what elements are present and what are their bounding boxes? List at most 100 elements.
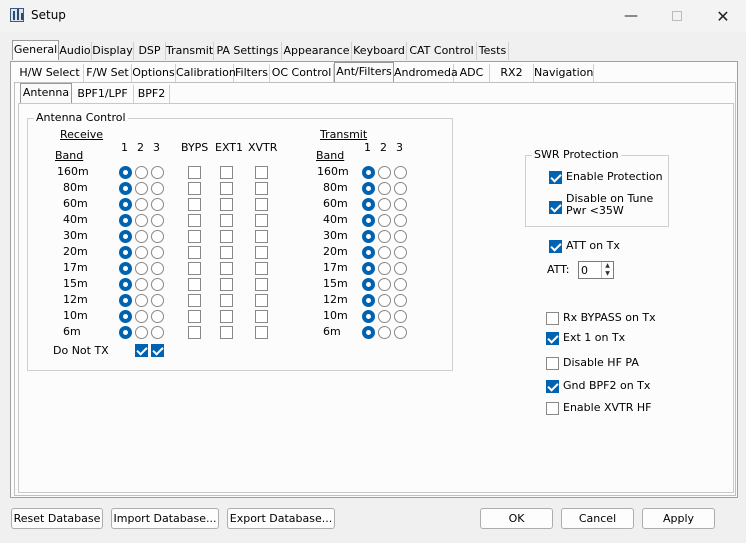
rx-ant2-radio-80m[interactable] [135, 182, 148, 195]
ext1-checkbox-40m[interactable] [220, 214, 233, 227]
tx-ant1-radio-10m[interactable] [362, 310, 375, 323]
xvtr-checkbox-17m[interactable] [255, 262, 268, 275]
tab-options[interactable]: Options [132, 64, 176, 82]
ext1-checkbox-6m[interactable] [220, 326, 233, 339]
ok-button[interactable]: OK [480, 508, 553, 529]
rx-ant2-radio-17m[interactable] [135, 262, 148, 275]
rx-ant2-radio-60m[interactable] [135, 198, 148, 211]
tab-h-w-select[interactable]: H/W Select [16, 64, 84, 82]
tx-ant2-radio-80m[interactable] [378, 182, 391, 195]
tx-ant3-radio-15m[interactable] [394, 278, 407, 291]
import-database-button[interactable]: Import Database... [111, 508, 219, 529]
tx-ant1-radio-12m[interactable] [362, 294, 375, 307]
rx-ant1-radio-160m[interactable] [119, 166, 132, 179]
ext1-checkbox-10m[interactable] [220, 310, 233, 323]
rx-ant3-radio-17m[interactable] [151, 262, 164, 275]
rx-ant3-radio-6m[interactable] [151, 326, 164, 339]
disable-on-tune-checkbox[interactable] [549, 201, 562, 214]
tx-ant3-radio-80m[interactable] [394, 182, 407, 195]
tab-appearance[interactable]: Appearance [282, 42, 352, 60]
byps-checkbox-15m[interactable] [188, 278, 201, 291]
rx-ant2-radio-10m[interactable] [135, 310, 148, 323]
rx-ant3-radio-30m[interactable] [151, 230, 164, 243]
do-not-tx-checkbox-1[interactable] [135, 344, 148, 357]
byps-checkbox-12m[interactable] [188, 294, 201, 307]
tx-ant3-radio-17m[interactable] [394, 262, 407, 275]
tx-ant3-radio-6m[interactable] [394, 326, 407, 339]
disable-hf-pa-checkbox[interactable] [546, 357, 559, 370]
tx-ant1-radio-40m[interactable] [362, 214, 375, 227]
ext1-checkbox-60m[interactable] [220, 198, 233, 211]
tab-dsp[interactable]: DSP [134, 42, 166, 60]
tx-ant3-radio-160m[interactable] [394, 166, 407, 179]
tx-ant2-radio-20m[interactable] [378, 246, 391, 259]
xvtr-checkbox-30m[interactable] [255, 230, 268, 243]
spin-up-icon[interactable]: ▲ [602, 262, 613, 270]
enable-xvtr-hf-checkbox[interactable] [546, 402, 559, 415]
tab-calibration[interactable]: Calibration [176, 64, 236, 82]
apply-button[interactable]: Apply [642, 508, 715, 529]
rx-ant3-radio-160m[interactable] [151, 166, 164, 179]
ext1-checkbox-20m[interactable] [220, 246, 233, 259]
rx-ant1-radio-20m[interactable] [119, 246, 132, 259]
ext1-checkbox-30m[interactable] [220, 230, 233, 243]
rx-ant1-radio-30m[interactable] [119, 230, 132, 243]
rx-ant1-radio-60m[interactable] [119, 198, 132, 211]
reset-database-button[interactable]: Reset Database [11, 508, 103, 529]
att-stepper[interactable]: 0 ▲ ▼ [578, 261, 614, 279]
byps-checkbox-6m[interactable] [188, 326, 201, 339]
tab-ant-filters[interactable]: Ant/Filters [334, 62, 394, 82]
tab-transmit[interactable]: Transmit [166, 42, 214, 60]
tab-andromeda[interactable]: Andromeda [394, 64, 458, 82]
tx-ant1-radio-30m[interactable] [362, 230, 375, 243]
tx-ant2-radio-30m[interactable] [378, 230, 391, 243]
xvtr-checkbox-20m[interactable] [255, 246, 268, 259]
rx-ant3-radio-10m[interactable] [151, 310, 164, 323]
byps-checkbox-80m[interactable] [188, 182, 201, 195]
ext1-checkbox-12m[interactable] [220, 294, 233, 307]
tab-f-w-set[interactable]: F/W Set [84, 64, 132, 82]
tab-pa-settings[interactable]: PA Settings [214, 42, 282, 60]
tx-ant1-radio-17m[interactable] [362, 262, 375, 275]
tab-audio[interactable]: Audio [59, 42, 92, 60]
rx-ant1-radio-10m[interactable] [119, 310, 132, 323]
rx-ant2-radio-15m[interactable] [135, 278, 148, 291]
rx-ant1-radio-17m[interactable] [119, 262, 132, 275]
rx-ant3-radio-60m[interactable] [151, 198, 164, 211]
tab-cat-control[interactable]: CAT Control [407, 42, 477, 60]
rx-ant3-radio-80m[interactable] [151, 182, 164, 195]
rx-ant2-radio-12m[interactable] [135, 294, 148, 307]
tx-ant2-radio-12m[interactable] [378, 294, 391, 307]
tab-bpf1-lpf[interactable]: BPF1/LPF [72, 85, 134, 103]
tx-ant2-radio-160m[interactable] [378, 166, 391, 179]
rx-ant2-radio-20m[interactable] [135, 246, 148, 259]
tab-display[interactable]: Display [92, 42, 134, 60]
rx-ant2-radio-30m[interactable] [135, 230, 148, 243]
rx-ant2-radio-6m[interactable] [135, 326, 148, 339]
gnd-bpf2-on-tx-checkbox[interactable] [546, 380, 559, 393]
tx-ant1-radio-20m[interactable] [362, 246, 375, 259]
rx-ant1-radio-80m[interactable] [119, 182, 132, 195]
xvtr-checkbox-160m[interactable] [255, 166, 268, 179]
spin-down-icon[interactable]: ▼ [602, 270, 613, 278]
byps-checkbox-60m[interactable] [188, 198, 201, 211]
tab-tests[interactable]: Tests [477, 42, 509, 60]
ext1-checkbox-15m[interactable] [220, 278, 233, 291]
tx-ant3-radio-60m[interactable] [394, 198, 407, 211]
att-on-tx-checkbox[interactable] [549, 240, 562, 253]
rx-ant3-radio-15m[interactable] [151, 278, 164, 291]
byps-checkbox-30m[interactable] [188, 230, 201, 243]
rx-ant1-radio-15m[interactable] [119, 278, 132, 291]
tx-ant3-radio-40m[interactable] [394, 214, 407, 227]
tab-keyboard[interactable]: Keyboard [352, 42, 407, 60]
xvtr-checkbox-10m[interactable] [255, 310, 268, 323]
tx-ant3-radio-20m[interactable] [394, 246, 407, 259]
byps-checkbox-160m[interactable] [188, 166, 201, 179]
rx-ant2-radio-160m[interactable] [135, 166, 148, 179]
tx-ant3-radio-10m[interactable] [394, 310, 407, 323]
ext1-checkbox-17m[interactable] [220, 262, 233, 275]
minimize-button[interactable]: — [608, 0, 654, 32]
ext-1-on-tx-checkbox[interactable] [546, 332, 559, 345]
xvtr-checkbox-80m[interactable] [255, 182, 268, 195]
byps-checkbox-10m[interactable] [188, 310, 201, 323]
